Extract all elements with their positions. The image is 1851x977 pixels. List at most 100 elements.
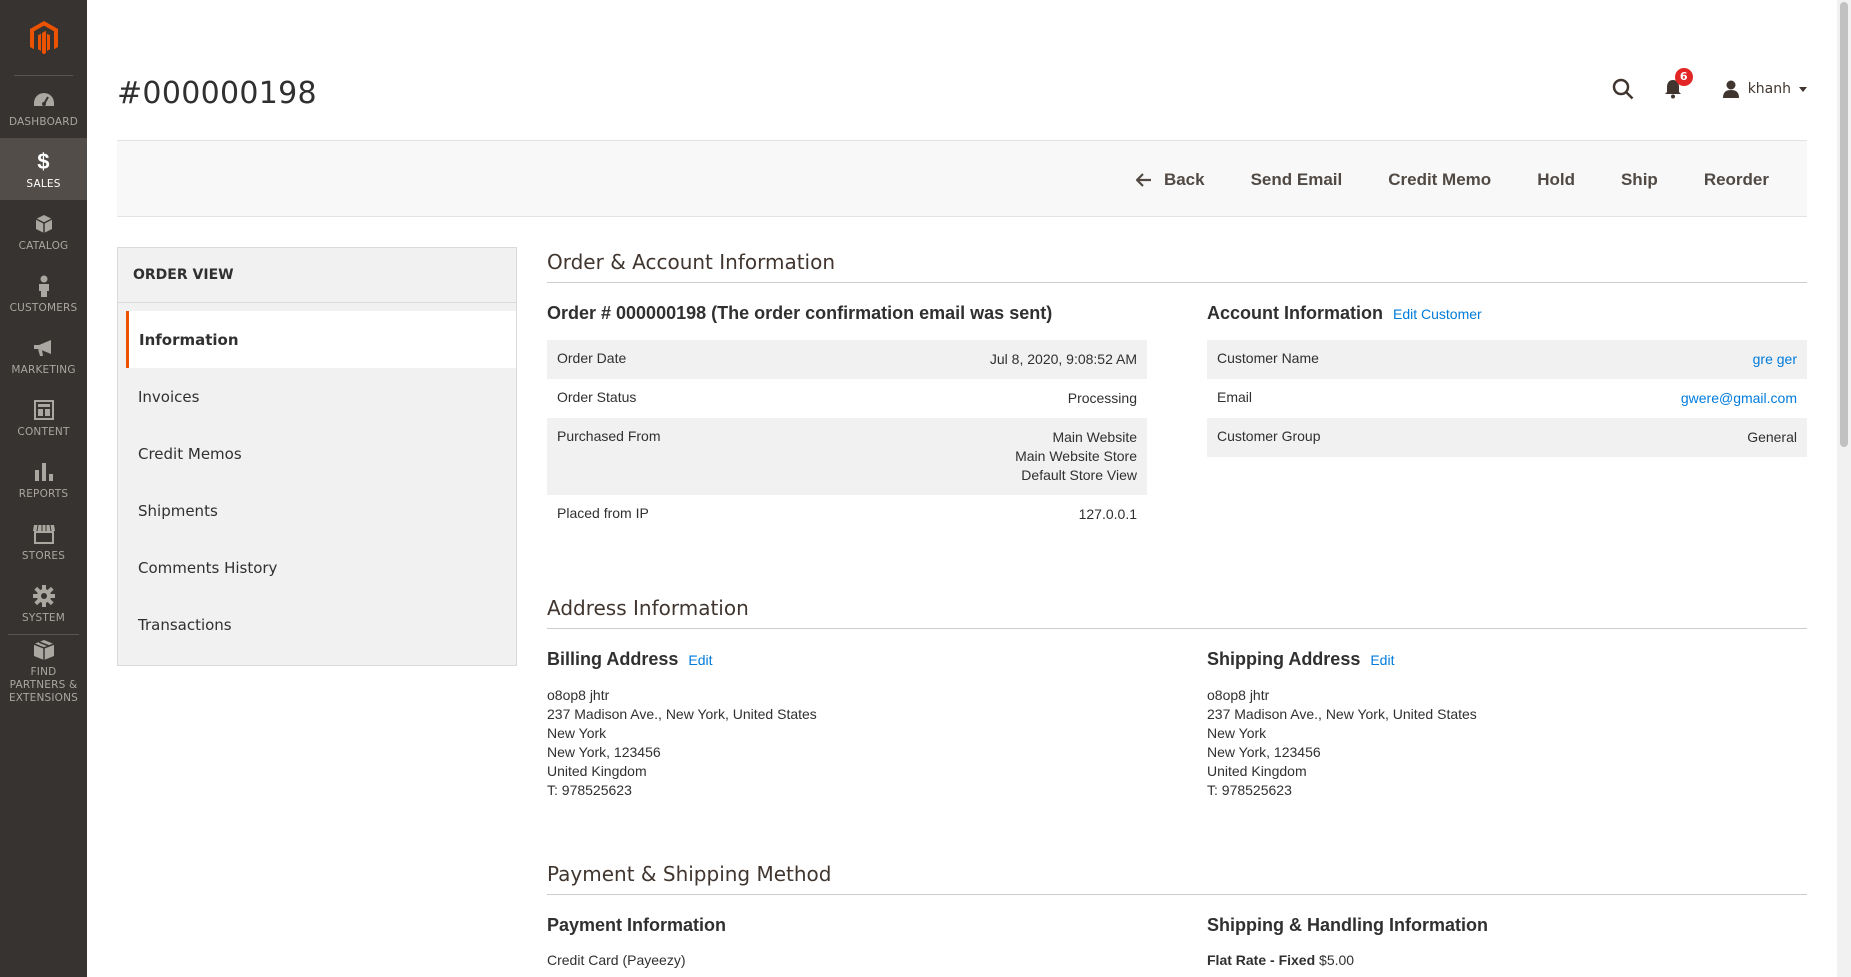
menu-item-dashboard[interactable]: DASHBOARD: [0, 76, 87, 138]
shipping-price: $5.00: [1319, 952, 1355, 968]
shipping-address-title: Shipping Address Edit: [1207, 649, 1807, 670]
scrollbar-thumb[interactable]: [1840, 2, 1848, 447]
shipping-handling-title-text: Shipping & Handling Information: [1207, 915, 1488, 935]
payment-shipping-section: Payment & Shipping Method Payment Inform…: [547, 862, 1807, 968]
menu-label: STORES: [21, 549, 66, 562]
magento-logo[interactable]: [14, 0, 73, 76]
table-row: Customer Group General: [1207, 418, 1807, 457]
back-label: Back: [1163, 169, 1205, 189]
purchased-from-value: Main Website Main Website Store Default …: [802, 418, 1147, 495]
send-email-button[interactable]: Send Email: [1228, 170, 1366, 190]
order-info-table: Order Date Jul 8, 2020, 9:08:52 AM Order…: [547, 340, 1147, 534]
ship-button[interactable]: Ship: [1598, 170, 1681, 190]
account-title-text: Account Information: [1207, 303, 1383, 323]
user-menu[interactable]: khanh: [1722, 80, 1807, 98]
customer-name-link[interactable]: gre ger: [1492, 340, 1807, 379]
dashboard-icon: [33, 87, 55, 113]
payment-title-text: Payment Information: [547, 915, 727, 935]
row-label: Customer Name: [1217, 350, 1319, 366]
gear-icon: [32, 583, 55, 609]
section-title: Address Information: [547, 596, 1807, 629]
shipping-handling-info: Shipping & Handling Information Flat Rat…: [1207, 895, 1807, 968]
menu-label: REPORTS: [18, 487, 69, 500]
customer-email-link[interactable]: gwere@gmail.com: [1492, 379, 1807, 418]
reorder-button[interactable]: Reorder: [1681, 170, 1792, 190]
bar-chart-icon: [34, 459, 54, 485]
caret-down-icon: [1799, 86, 1807, 92]
shipping-method-name: Flat Rate - Fixed: [1207, 952, 1316, 968]
menu-item-marketing[interactable]: MARKETING: [0, 324, 87, 386]
magento-logo-icon: [29, 20, 58, 54]
customer-group-value: General: [1747, 429, 1797, 445]
box-icon: [33, 637, 55, 663]
search-icon[interactable]: [1612, 78, 1634, 100]
edit-customer-link[interactable]: Edit Customer: [1393, 306, 1482, 322]
account-title: Account Information Edit Customer: [1207, 303, 1807, 324]
shipping-handling-title: Shipping & Handling Information: [1207, 915, 1807, 936]
tab-credit-memos[interactable]: Credit Memos: [118, 425, 516, 482]
user-name: khanh: [1747, 81, 1791, 97]
menu-item-partners[interactable]: FIND PARTNERS & EXTENSIONS: [8, 634, 79, 706]
tab-information[interactable]: Information: [126, 311, 516, 368]
billing-address-title: Billing Address Edit: [547, 649, 1147, 670]
row-label: Email: [1217, 389, 1253, 405]
address-line: United Kingdom: [547, 763, 647, 779]
menu-label: FIND PARTNERS & EXTENSIONS: [8, 665, 79, 704]
notifications-bell[interactable]: 6: [1664, 68, 1693, 99]
page-scrollbar[interactable]: [1837, 0, 1851, 977]
table-row: Customer Name gre ger: [1207, 340, 1807, 379]
table-row: Email gwere@gmail.com: [1207, 379, 1807, 418]
arrow-left-icon: [1135, 172, 1151, 187]
menu-item-reports[interactable]: REPORTS: [0, 448, 87, 510]
tab-shipments[interactable]: Shipments: [118, 482, 516, 539]
menu-item-stores[interactable]: STORES: [0, 510, 87, 572]
address-line: United Kingdom: [1207, 763, 1307, 779]
menu-label: CONTENT: [17, 425, 70, 438]
section-title: Order & Account Information: [547, 250, 1807, 283]
billing-title-text: Billing Address: [547, 649, 679, 669]
account-info-table: Customer Name gre ger Email gwere@gmail.…: [1207, 340, 1807, 457]
menu-label: DASHBOARD: [8, 115, 79, 128]
menu-item-catalog[interactable]: CATALOG: [0, 200, 87, 262]
row-label: Order Date: [557, 350, 627, 366]
menu-item-system[interactable]: SYSTEM: [0, 572, 87, 634]
billing-address: Billing Address Edit o8op8 jhtr 237 Madi…: [547, 629, 1147, 800]
payment-method: Credit Card (Payeezy): [547, 952, 686, 968]
order-content: Order & Account Information Order # 0000…: [547, 250, 1807, 968]
store-icon: [32, 521, 56, 547]
dollar-icon: $: [37, 148, 50, 174]
credit-memo-button[interactable]: Credit Memo: [1365, 170, 1514, 190]
payment-title: Payment Information: [547, 915, 1147, 936]
menu-item-content[interactable]: CONTENT: [0, 386, 87, 448]
address-line: T: 978525623: [547, 782, 632, 798]
menu-label: CATALOG: [18, 239, 69, 252]
page-actions-toolbar: Back Send Email Credit Memo Hold Ship Re…: [117, 140, 1807, 217]
store-view-name: Default Store View: [1021, 467, 1137, 483]
edit-shipping-address-link[interactable]: Edit: [1370, 652, 1394, 668]
row-label: Order Status: [557, 389, 637, 405]
tab-comments-history[interactable]: Comments History: [118, 539, 516, 596]
address-line: 237 Madison Ave., New York, United State…: [1207, 706, 1477, 722]
person-icon: [37, 273, 51, 299]
menu-item-customers[interactable]: CUSTOMERS: [0, 262, 87, 324]
order-title-text: Order # 000000198 (The order confirmatio…: [547, 303, 1053, 323]
billing-address-text: o8op8 jhtr 237 Madison Ave., New York, U…: [547, 686, 1147, 800]
shipping-address-text: o8op8 jhtr 237 Madison Ave., New York, U…: [1207, 686, 1807, 800]
shipping-address: Shipping Address Edit o8op8 jhtr 237 Mad…: [1207, 629, 1807, 800]
edit-billing-address-link[interactable]: Edit: [688, 652, 712, 668]
layout-icon: [33, 397, 54, 423]
menu-item-sales[interactable]: $ SALES: [0, 138, 87, 200]
address-line: T: 978525623: [1207, 782, 1292, 798]
tab-transactions[interactable]: Transactions: [118, 596, 516, 653]
order-view-title: ORDER VIEW: [118, 248, 516, 303]
hold-button[interactable]: Hold: [1514, 170, 1598, 190]
back-button[interactable]: Back: [1113, 170, 1228, 190]
row-label: Customer Group: [1217, 428, 1321, 444]
table-row: Order Date Jul 8, 2020, 9:08:52 AM: [547, 340, 1147, 379]
address-line: 237 Madison Ave., New York, United State…: [547, 706, 817, 722]
table-row: Placed from IP 127.0.0.1: [547, 495, 1147, 534]
tab-invoices[interactable]: Invoices: [118, 368, 516, 425]
admin-menu: DASHBOARD $ SALES CATALOG CUSTOMERS MARK…: [0, 0, 87, 977]
megaphone-icon: [33, 335, 55, 361]
order-view-tabs: ORDER VIEW Information Invoices Credit M…: [117, 247, 517, 666]
